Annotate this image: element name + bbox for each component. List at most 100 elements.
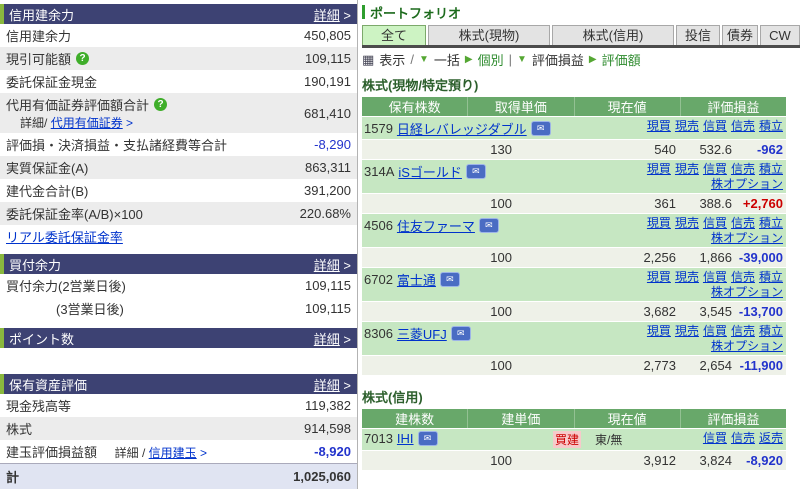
trade-link-積立[interactable]: 積立 [759,119,783,133]
row-label: 評価損・決済損益・支払諸経費等合計 [6,138,228,153]
quantity-value: 100 [490,196,512,211]
detail-link[interactable]: 詳細 > [314,329,351,348]
row-label: 株式 [6,422,33,437]
mail-icon[interactable]: ✉ [450,326,471,341]
trade-link-信売[interactable]: 信売 [731,324,755,338]
quantity-value: 100 [490,358,512,373]
stock-name-link[interactable]: 三菱UFJ [397,324,447,343]
row-margin-power: 信用建余力 450,805 [0,24,357,47]
pl-value: +2,760 [742,196,783,211]
trade-link-現買[interactable]: 現買 [647,162,671,176]
trade-link-信買[interactable]: 信買 [703,270,727,284]
row-label: 現金残高等 [6,399,72,414]
trade-link-信売[interactable]: 信売 [731,119,755,133]
trade-link-返売[interactable]: 返売 [759,431,783,445]
stock-name-link[interactable]: 住友ファーマ [397,216,475,235]
tab-funds[interactable]: 投信 [676,25,720,45]
trade-link-積立[interactable]: 積立 [759,270,783,284]
row-value: 220.68% [299,206,351,221]
portfolio-title: ポートフォリオ [362,2,800,22]
sub-prefix: 詳細/ [20,116,48,130]
trade-link-現売[interactable]: 現売 [675,162,699,176]
trade-link-現売[interactable]: 現売 [675,324,699,338]
triangle-down-icon: ▼ [516,54,527,65]
tab-bonds[interactable]: 債券 [722,25,758,45]
position-type: 買建 東/無 [551,429,685,450]
trade-link-現売[interactable]: 現売 [675,270,699,284]
stock-code: 4506 [364,218,393,233]
tab-stock-margin[interactable]: 株式(信用) [552,25,674,45]
trade-link-積立[interactable]: 積立 [759,216,783,230]
row-substitute-securities: 代用有価証券評価額合計? 詳細/ 代用有価証券 > 681,410 [0,93,357,133]
quantity-value: 100 [490,304,512,319]
trade-link-現売[interactable]: 現売 [675,119,699,133]
valuation-option[interactable]: 評価額 [602,50,641,69]
mail-icon[interactable]: ✉ [530,121,551,136]
mail-icon[interactable]: ✉ [439,272,460,287]
trade-link-現買[interactable]: 現買 [647,119,671,133]
trade-link-信売[interactable]: 信売 [731,216,755,230]
pl-value: -39,000 [738,250,783,265]
trade-link-株オプション[interactable]: 株オプション [711,231,783,245]
row-label: 現引可能額 [6,52,72,67]
trade-link-現売[interactable]: 現売 [675,216,699,230]
realtime-margin-ratio-link[interactable]: リアル委託保証金率 [6,227,123,246]
detail-link[interactable]: 詳細 > [314,5,351,24]
trade-link-積立[interactable]: 積立 [759,324,783,338]
trade-link-line: 株オプション [576,177,783,192]
mail-icon[interactable]: ✉ [465,164,486,179]
trade-link-line: 現買 現売 信買 信売 積立 [576,119,783,134]
trade-link-現買[interactable]: 現買 [647,216,671,230]
trade-link-現買[interactable]: 現買 [647,324,671,338]
pl-value: -11,900 [739,358,783,373]
trade-link-信買[interactable]: 信買 [703,162,727,176]
stock-values-row: 100 2,773 2,654 -11,900 [362,355,786,375]
mail-icon[interactable]: ✉ [478,218,499,233]
pl-option[interactable]: 評価損益 [532,50,584,69]
tab-all[interactable]: 全て [362,25,426,45]
row-realtime-ratio: リアル委託保証金率 [0,225,357,248]
stock-name-link[interactable]: IHI [397,431,414,446]
trade-link-信買[interactable]: 信買 [703,431,727,445]
column-header: 取得単価 [468,97,575,116]
stock-name-row: 1579 日経レバレッジダブル ✉ 現買 現売 信買 信売 積立 [362,116,786,139]
help-icon[interactable]: ? [154,98,168,111]
trade-link-積立[interactable]: 積立 [759,162,783,176]
trade-link-信買[interactable]: 信買 [703,119,727,133]
trade-link-現買[interactable]: 現買 [647,270,671,284]
trade-link-信買[interactable]: 信買 [703,324,727,338]
current-price-value: 388.6 [699,196,732,211]
help-icon[interactable]: ? [76,52,90,65]
quantity-value: 100 [490,453,512,468]
trade-link-株オプション[interactable]: 株オプション [711,285,783,299]
stock-name-link[interactable]: 富士通 [397,270,436,289]
mail-icon[interactable]: ✉ [417,431,438,446]
stock-code: 8306 [364,326,393,341]
substitute-securities-link[interactable]: 代用有価証券 [51,116,123,130]
trade-link-株オプション[interactable]: 株オプション [711,177,783,191]
stock-values-row: 100 2,256 1,866 -39,000 [362,247,786,267]
stock-identity: 7013 IHI ✉ [362,429,551,447]
individual-option[interactable]: 個別 [478,50,504,69]
section-header-assets: 保有資産評価 詳細 > [0,374,357,394]
trade-link-株オプション[interactable]: 株オプション [711,339,783,353]
tab-cw[interactable]: CW [760,25,800,45]
row-value: 914,598 [304,421,351,436]
batch-option[interactable]: 一括 [434,50,460,69]
detail-link[interactable]: 詳細 > [314,375,351,394]
tab-stock-cash[interactable]: 株式(現物) [428,25,550,45]
trade-link-信売[interactable]: 信売 [731,270,755,284]
trade-links: 現買 現売 信買 信売 積立 株オプション [576,322,786,355]
trade-link-信売[interactable]: 信売 [731,431,755,445]
stock-name-link[interactable]: 日経レバレッジダブル [397,119,527,138]
trade-link-line: 株オプション [576,339,783,354]
detail-link[interactable]: 詳細 > [314,255,351,274]
trade-link-信買[interactable]: 信買 [703,216,727,230]
margin-stocks-section-title: 株式(信用) [362,390,423,405]
stock-name-link[interactable]: iSゴールド [398,162,462,181]
margin-positions-link[interactable]: 信用建玉 [149,446,197,460]
stock-values-row: 100 361 388.6 +2,760 [362,193,786,213]
price-value: 2,773 [643,358,676,373]
trade-link-信売[interactable]: 信売 [731,162,755,176]
price-value: 3,682 [643,304,676,319]
